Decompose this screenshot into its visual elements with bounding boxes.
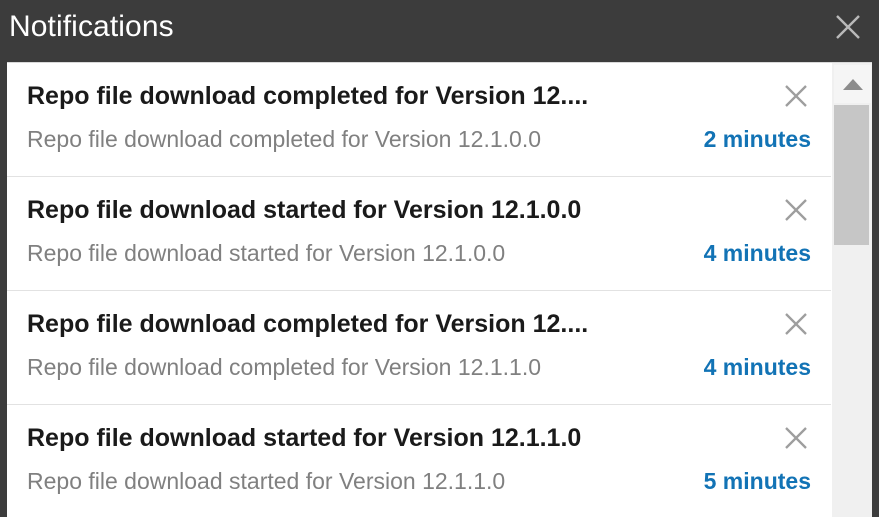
vertical-scrollbar[interactable] [831, 63, 872, 517]
page-title: Notifications [9, 10, 174, 43]
notification-body: Repo file download completed for Version… [27, 126, 541, 152]
notifications-panel: Repo file download completed for Version… [7, 62, 872, 517]
notification-body: Repo file download started for Version 1… [27, 240, 506, 266]
window-frame-right [872, 62, 879, 517]
notification-timestamp: 2 minutes [703, 126, 811, 152]
close-icon [785, 85, 807, 107]
notification-meta: Repo file download started for Version 1… [27, 465, 811, 499]
scrollbar-thumb[interactable] [834, 105, 869, 245]
notification-title: Repo file download started for Version 1… [27, 424, 582, 452]
close-icon [785, 313, 807, 335]
notification-title: Repo file download completed for Version… [27, 310, 589, 338]
notifications-window: Notifications Repo file download complet… [0, 0, 879, 517]
notification-title: Repo file download started for Version 1… [27, 196, 582, 224]
notification-meta: Repo file download completed for Version… [27, 123, 811, 157]
window-frame-left [0, 62, 7, 517]
notification-body: Repo file download started for Version 1… [27, 468, 506, 494]
notification-timestamp: 4 minutes [703, 354, 811, 380]
notification-item[interactable]: Repo file download started for Version 1… [7, 405, 831, 517]
notification-item[interactable]: Repo file download completed for Version… [7, 291, 831, 405]
notification-meta: Repo file download completed for Version… [27, 351, 811, 385]
notification-dismiss-button[interactable] [779, 193, 813, 227]
notification-title: Repo file download completed for Version… [27, 82, 589, 110]
close-icon [785, 427, 807, 449]
notification-dismiss-button[interactable] [779, 79, 813, 113]
notification-dismiss-button[interactable] [779, 307, 813, 341]
close-icon [836, 15, 860, 39]
notification-body: Repo file download completed for Version… [27, 354, 541, 380]
caret-up-icon [842, 78, 863, 90]
notification-dismiss-button[interactable] [779, 421, 813, 455]
notifications-list: Repo file download completed for Version… [7, 63, 831, 517]
notification-timestamp: 4 minutes [703, 240, 811, 266]
notification-meta: Repo file download started for Version 1… [27, 237, 811, 271]
scroll-up-button[interactable] [834, 65, 871, 103]
close-icon [785, 199, 807, 221]
notification-item[interactable]: Repo file download started for Version 1… [7, 177, 831, 291]
window-close-button[interactable] [827, 6, 869, 48]
window-titlebar: Notifications [0, 0, 879, 62]
notification-item[interactable]: Repo file download completed for Version… [7, 63, 831, 177]
notification-timestamp: 5 minutes [703, 468, 811, 494]
